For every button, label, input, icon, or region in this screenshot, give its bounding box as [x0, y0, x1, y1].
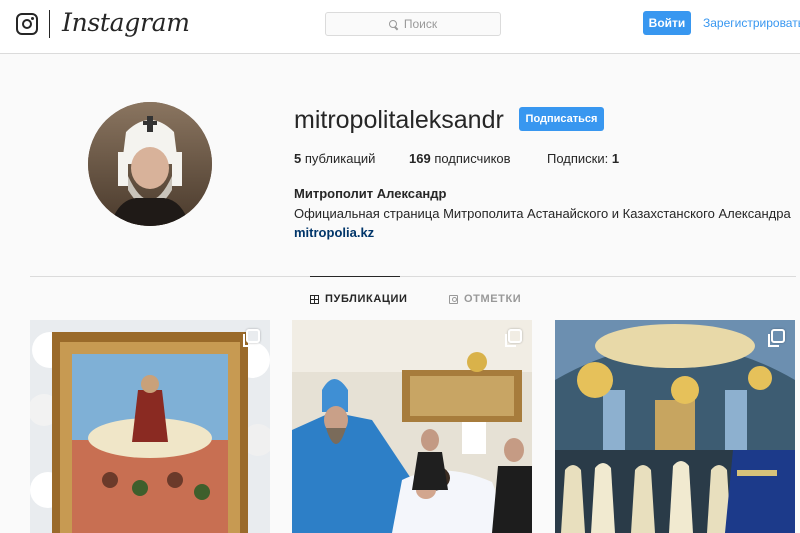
register-link[interactable]: Зарегистрироваться — [703, 16, 800, 30]
profile-full-name: Митрополит Александр — [294, 186, 447, 201]
follow-button[interactable]: Подписаться — [519, 107, 604, 131]
post-thumbnail-clergy-ceremony[interactable] — [292, 320, 532, 533]
login-button[interactable]: Войти — [643, 11, 691, 35]
followers-count-label: подписчиков — [434, 151, 511, 166]
active-tab-indicator — [310, 276, 400, 277]
post-thumbnail-cathedral-interior[interactable] — [555, 320, 795, 533]
multiple-photos-icon — [243, 329, 260, 347]
posts-count-stat: 5 публикаций — [294, 151, 375, 166]
top-navigation-bar: Instagram Поиск Войти Зарегистрироваться — [0, 0, 800, 54]
header-divider — [49, 10, 50, 38]
tab-tagged[interactable]: ОТМЕТКИ — [449, 293, 521, 305]
search-input[interactable]: Поиск — [325, 12, 501, 36]
post-image-cathedral-interior — [555, 320, 795, 533]
tab-posts-label: ПУБЛИКАЦИИ — [325, 293, 408, 305]
search-placeholder: Поиск — [403, 17, 438, 31]
tab-posts[interactable]: ПУБЛИКАЦИИ — [310, 293, 408, 305]
following-count-value: 1 — [611, 151, 620, 166]
instagram-camera-icon[interactable] — [16, 13, 38, 35]
followers-count-stat: 169 подписчиков — [409, 151, 511, 166]
posts-count-value: 5 — [294, 151, 302, 166]
tab-tagged-label: ОТМЕТКИ — [464, 293, 522, 305]
multiple-photos-icon — [768, 329, 785, 347]
profile-website-link[interactable]: mitropolia.kz — [294, 225, 374, 240]
multiple-photos-icon — [505, 329, 522, 347]
avatar-portrait-image — [88, 102, 212, 226]
posts-count-label: публикаций — [304, 151, 376, 166]
search-icon — [388, 19, 398, 29]
profile-username: mitropolitaleksandr — [294, 106, 504, 134]
following-count-stat: Подписки: 1 — [547, 151, 619, 166]
following-count-label: Подписки: — [547, 151, 609, 166]
profile-bio: Официальная страница Митрополита Астанай… — [294, 206, 791, 221]
followers-count-value: 169 — [409, 151, 431, 166]
tabs-divider — [30, 276, 796, 277]
profile-avatar[interactable] — [88, 102, 212, 226]
post-thumbnail-icon-with-flowers[interactable] — [30, 320, 270, 533]
instagram-wordmark-logo[interactable]: Instagram — [62, 8, 190, 37]
post-image-clergy-ceremony — [292, 320, 532, 533]
post-image-icon-with-flowers — [30, 320, 270, 533]
tag-icon — [449, 294, 458, 304]
grid-icon — [310, 294, 319, 304]
